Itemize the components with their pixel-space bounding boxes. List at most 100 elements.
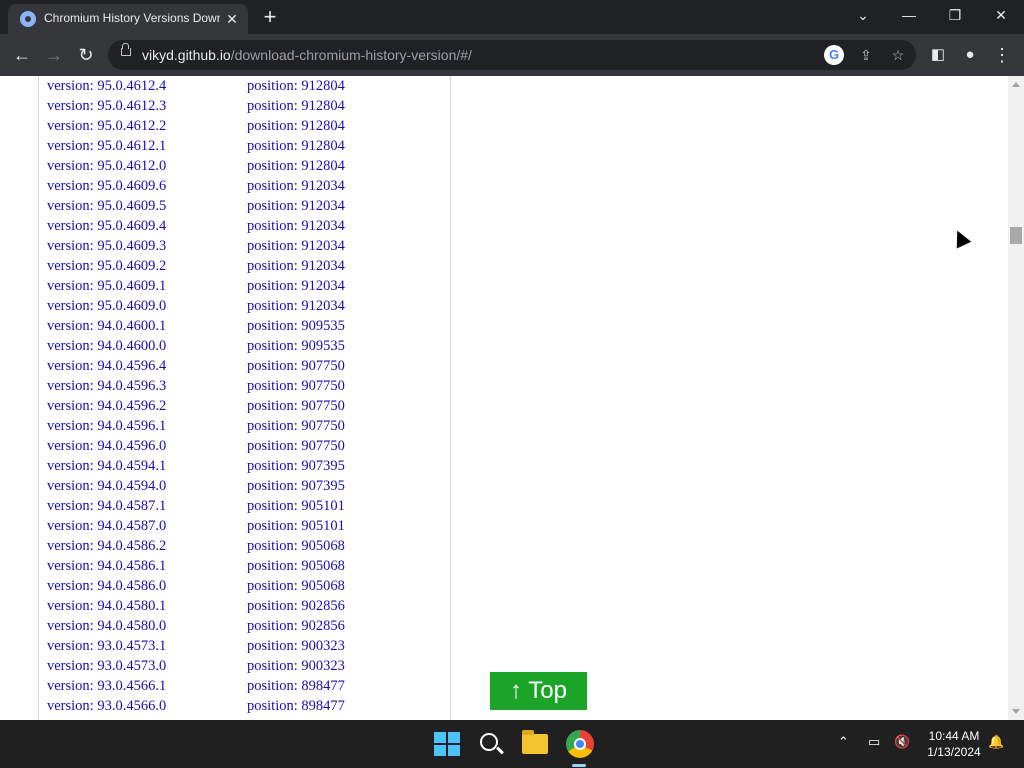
scrollbar-thumb[interactable] (1010, 227, 1022, 244)
version-link[interactable]: version: 95.0.4612.1 (47, 138, 166, 155)
position-link[interactable]: position: 912034 (247, 278, 345, 295)
position-link[interactable]: position: 909535 (247, 318, 345, 335)
version-link[interactable]: version: 94.0.4587.1 (47, 498, 166, 515)
side-panel-icon[interactable]: ◧ (926, 43, 950, 67)
minimize-button[interactable]: — (886, 0, 932, 32)
search-icon[interactable] (480, 733, 498, 751)
position-link[interactable]: position: 912034 (247, 298, 345, 315)
address-bar[interactable]: vikyd.github.io/download-chromium-histor… (108, 40, 916, 70)
position-link[interactable]: position: 900323 (247, 638, 345, 655)
chrome-taskbar-icon[interactable] (566, 730, 594, 758)
windows-start-icon[interactable] (434, 732, 460, 756)
version-link[interactable]: version: 94.0.4587.0 (47, 518, 166, 535)
scroll-to-top-button[interactable]: ↑ Top (490, 672, 587, 710)
version-link[interactable]: version: 94.0.4596.1 (47, 418, 166, 435)
position-link[interactable]: position: 912034 (247, 258, 345, 275)
version-link[interactable]: version: 95.0.4609.4 (47, 218, 166, 235)
new-tab-button[interactable]: + (258, 6, 282, 28)
version-link[interactable]: version: 95.0.4609.1 (47, 278, 166, 295)
position-link[interactable]: position: 898477 (247, 678, 345, 695)
position-link[interactable]: position: 905101 (247, 498, 345, 515)
position-link[interactable]: position: 912804 (247, 138, 345, 155)
position-link[interactable]: position: 912034 (247, 218, 345, 235)
vertical-scrollbar[interactable] (1008, 76, 1024, 720)
position-link[interactable]: position: 912804 (247, 158, 345, 175)
active-app-indicator (572, 764, 586, 767)
volume-muted-icon[interactable]: 🔇 (894, 734, 910, 750)
close-window-button[interactable]: ✕ (978, 0, 1024, 32)
google-lens-icon[interactable]: G (824, 45, 844, 65)
version-link[interactable]: version: 94.0.4600.0 (47, 338, 166, 355)
show-hidden-icons-chevron-icon[interactable]: ⌃ (838, 734, 849, 750)
url-text[interactable]: vikyd.github.io/download-chromium-histor… (142, 47, 472, 63)
version-link[interactable]: version: 94.0.4586.0 (47, 578, 166, 595)
version-link[interactable]: version: 95.0.4612.0 (47, 158, 166, 175)
version-link[interactable]: version: 95.0.4609.2 (47, 258, 166, 275)
position-link[interactable]: position: 909535 (247, 338, 345, 355)
position-link[interactable]: position: 912034 (247, 238, 345, 255)
version-link[interactable]: version: 94.0.4596.0 (47, 438, 166, 455)
browser-tab[interactable]: Chromium History Versions Down ✕ (8, 4, 248, 34)
position-link[interactable]: position: 898477 (247, 698, 345, 715)
system-clock[interactable]: 10:44 AM 1/13/2024 (916, 728, 992, 760)
position-link[interactable]: position: 912804 (247, 78, 345, 95)
version-list: version: 95.0.4612.4 position: 912804 vers… (38, 76, 451, 720)
position-link[interactable]: position: 905068 (247, 538, 345, 555)
share-icon[interactable]: ⇪ (856, 45, 876, 65)
version-link[interactable]: version: 94.0.4586.2 (47, 538, 166, 555)
close-tab-icon[interactable]: ✕ (222, 9, 242, 29)
scroll-up-arrow-icon[interactable] (1012, 82, 1020, 87)
version-link[interactable]: version: 95.0.4612.3 (47, 98, 166, 115)
version-link[interactable]: version: 93.0.4573.0 (47, 658, 166, 675)
tab-search-chevron-icon[interactable]: ⌄ (840, 0, 886, 32)
version-link[interactable]: version: 94.0.4586.1 (47, 558, 166, 575)
position-link[interactable]: position: 907750 (247, 398, 345, 415)
version-link[interactable]: version: 95.0.4609.5 (47, 198, 166, 215)
position-link[interactable]: position: 902856 (247, 598, 345, 615)
version-link[interactable]: version: 94.0.4596.4 (47, 358, 166, 375)
forward-button[interactable]: → (42, 43, 66, 67)
position-link[interactable]: position: 905101 (247, 518, 345, 535)
position-link[interactable]: position: 912034 (247, 198, 345, 215)
version-link[interactable]: version: 94.0.4580.0 (47, 618, 166, 635)
version-link[interactable]: version: 95.0.4612.4 (47, 78, 166, 95)
lock-icon[interactable] (121, 43, 131, 56)
position-link[interactable]: position: 907750 (247, 358, 345, 375)
position-link[interactable]: position: 905068 (247, 558, 345, 575)
position-link[interactable]: position: 902856 (247, 618, 345, 635)
version-link[interactable]: version: 93.0.4573.1 (47, 638, 166, 655)
notification-bell-icon[interactable]: 🔔 (988, 734, 1004, 750)
version-link[interactable]: version: 95.0.4612.2 (47, 118, 166, 135)
version-link[interactable]: version: 95.0.4609.0 (47, 298, 166, 315)
version-link[interactable]: version: 93.0.4566.1 (47, 678, 166, 695)
position-link[interactable]: position: 912804 (247, 98, 345, 115)
version-link[interactable]: version: 94.0.4596.2 (47, 398, 166, 415)
clock-time: 10:44 AM (928, 729, 980, 743)
position-link[interactable]: position: 912804 (247, 118, 345, 135)
position-link[interactable]: position: 907750 (247, 378, 345, 395)
bookmark-star-icon[interactable]: ☆ (888, 45, 908, 65)
position-link[interactable]: position: 907395 (247, 478, 345, 495)
position-link[interactable]: position: 907750 (247, 418, 345, 435)
version-link[interactable]: version: 94.0.4596.3 (47, 378, 166, 395)
scroll-down-arrow-icon[interactable] (1012, 709, 1020, 714)
position-link[interactable]: position: 900323 (247, 658, 345, 675)
version-link[interactable]: version: 93.0.4566.0 (47, 698, 166, 715)
position-link[interactable]: position: 907750 (247, 438, 345, 455)
version-link[interactable]: version: 94.0.4594.1 (47, 458, 166, 475)
position-link[interactable]: position: 907395 (247, 458, 345, 475)
version-link[interactable]: version: 95.0.4609.6 (47, 178, 166, 195)
position-link[interactable]: position: 905068 (247, 578, 345, 595)
version-link[interactable]: version: 94.0.4600.1 (47, 318, 166, 335)
restore-button[interactable]: ❐ (932, 0, 978, 32)
menu-kebab-icon[interactable]: ⋮ (990, 43, 1014, 67)
reload-button[interactable]: ↻ (74, 43, 98, 67)
version-link[interactable]: version: 94.0.4594.0 (47, 478, 166, 495)
version-link[interactable]: version: 94.0.4580.1 (47, 598, 166, 615)
network-icon[interactable]: ▭ (868, 734, 880, 750)
position-link[interactable]: position: 912034 (247, 178, 345, 195)
profile-icon[interactable]: ● (958, 43, 982, 67)
back-button[interactable]: ← (10, 43, 34, 67)
file-explorer-icon[interactable] (522, 730, 548, 754)
version-link[interactable]: version: 95.0.4609.3 (47, 238, 166, 255)
